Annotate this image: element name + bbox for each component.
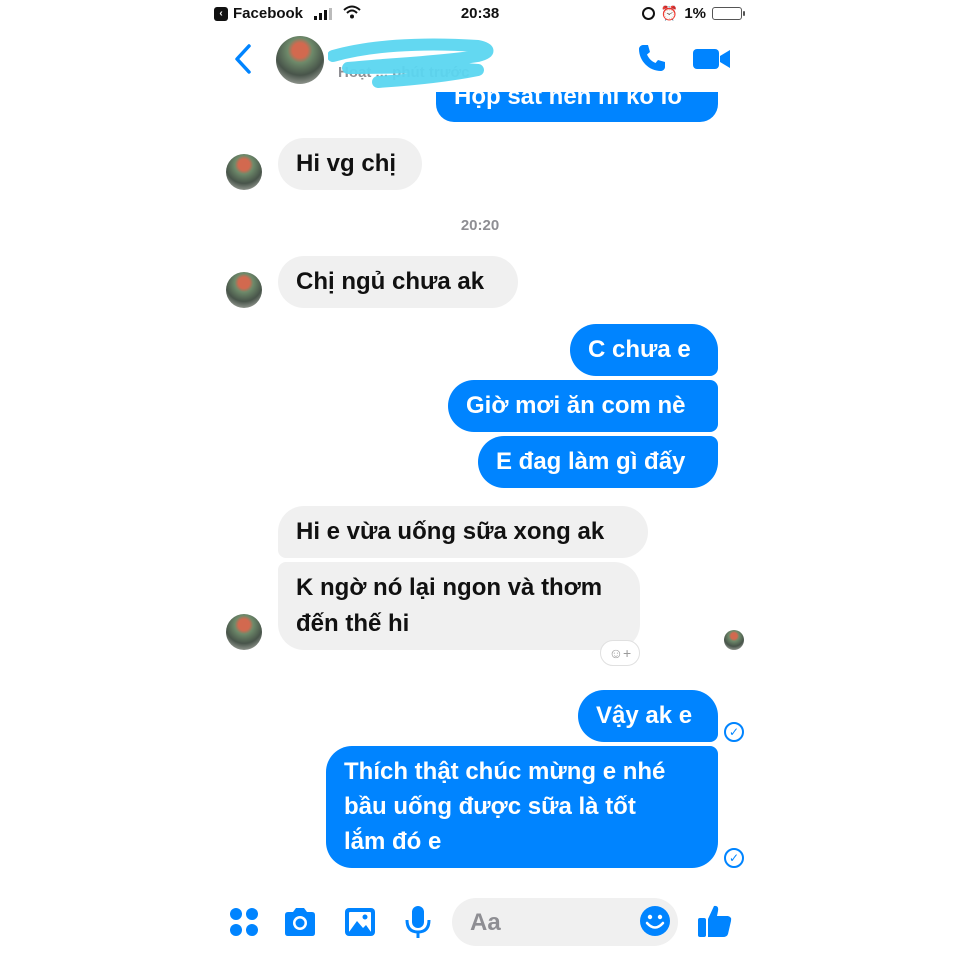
status-bar: ‹ Facebook 20:38 ⏰ 1% (210, 0, 750, 28)
rotation-lock-icon (641, 7, 655, 20)
name-redaction-scribble (328, 38, 494, 88)
message-input[interactable]: Aa (452, 898, 678, 946)
battery-icon (712, 7, 745, 20)
emoji-icon[interactable] (638, 904, 672, 938)
camera-icon[interactable] (282, 904, 318, 940)
thumbs-up-icon[interactable] (696, 902, 734, 940)
status-icons: ⏰ 1% (641, 5, 745, 22)
message-thread[interactable]: Hộp sắt nên ni ko lo Hi vg chị 20:20 Chị… (210, 66, 750, 882)
message-incoming[interactable]: Chị ngủ chưa ak (278, 256, 518, 308)
sent-check-icon: ✓ (724, 722, 744, 742)
apps-grid-icon[interactable] (226, 904, 262, 940)
seen-avatar (724, 630, 744, 650)
message-incoming[interactable]: Hi e vừa uống sữa xong ak (278, 506, 648, 558)
message-line: bầu uống được sữa là tốt (344, 793, 636, 820)
message-outgoing[interactable]: Giờ mơi ăn com nè (448, 380, 718, 432)
image-icon[interactable] (342, 904, 378, 940)
chat-header: Hoạt ... phút trước (210, 28, 750, 92)
message-line: đến thế hi (296, 610, 410, 637)
contact-avatar-small (226, 154, 262, 190)
message-outgoing[interactable]: C chưa e (570, 324, 718, 376)
message-outgoing[interactable]: E đag làm gì đấy (478, 436, 718, 488)
message-timestamp: 20:20 (460, 217, 500, 234)
phone-icon[interactable] (636, 42, 668, 74)
message-input-placeholder: Aa (470, 909, 501, 936)
alarm-icon: ⏰ (660, 5, 679, 21)
message-line: Thích thật chúc mừng e nhé (344, 758, 666, 785)
contact-avatar-small (226, 614, 262, 650)
sent-check-icon: ✓ (724, 848, 744, 868)
video-camera-icon[interactable] (692, 46, 732, 72)
message-line: lắm đó e (344, 828, 442, 855)
back-chevron-icon[interactable] (232, 42, 254, 76)
message-outgoing-multiline[interactable]: Thích thật chúc mừng e nhé bầu uống được… (326, 746, 718, 868)
message-line: K ngờ nó lại ngon và thơm (296, 574, 603, 601)
contact-avatar[interactable] (276, 36, 324, 84)
message-incoming-multiline[interactable]: K ngờ nó lại ngon và thơm đến thế hi (278, 562, 640, 650)
microphone-icon[interactable] (400, 904, 436, 940)
composer-bar: Aa (210, 890, 750, 960)
message-outgoing[interactable]: Vậy ak e (578, 690, 718, 742)
add-reaction-button[interactable]: ☺+ (600, 640, 640, 666)
battery-percent: 1% (684, 5, 706, 22)
messenger-screen: ‹ Facebook 20:38 ⏰ 1% Hoạt ... phút trướ… (210, 0, 750, 960)
contact-avatar-small (226, 272, 262, 308)
message-incoming[interactable]: Hi vg chị (278, 138, 422, 190)
